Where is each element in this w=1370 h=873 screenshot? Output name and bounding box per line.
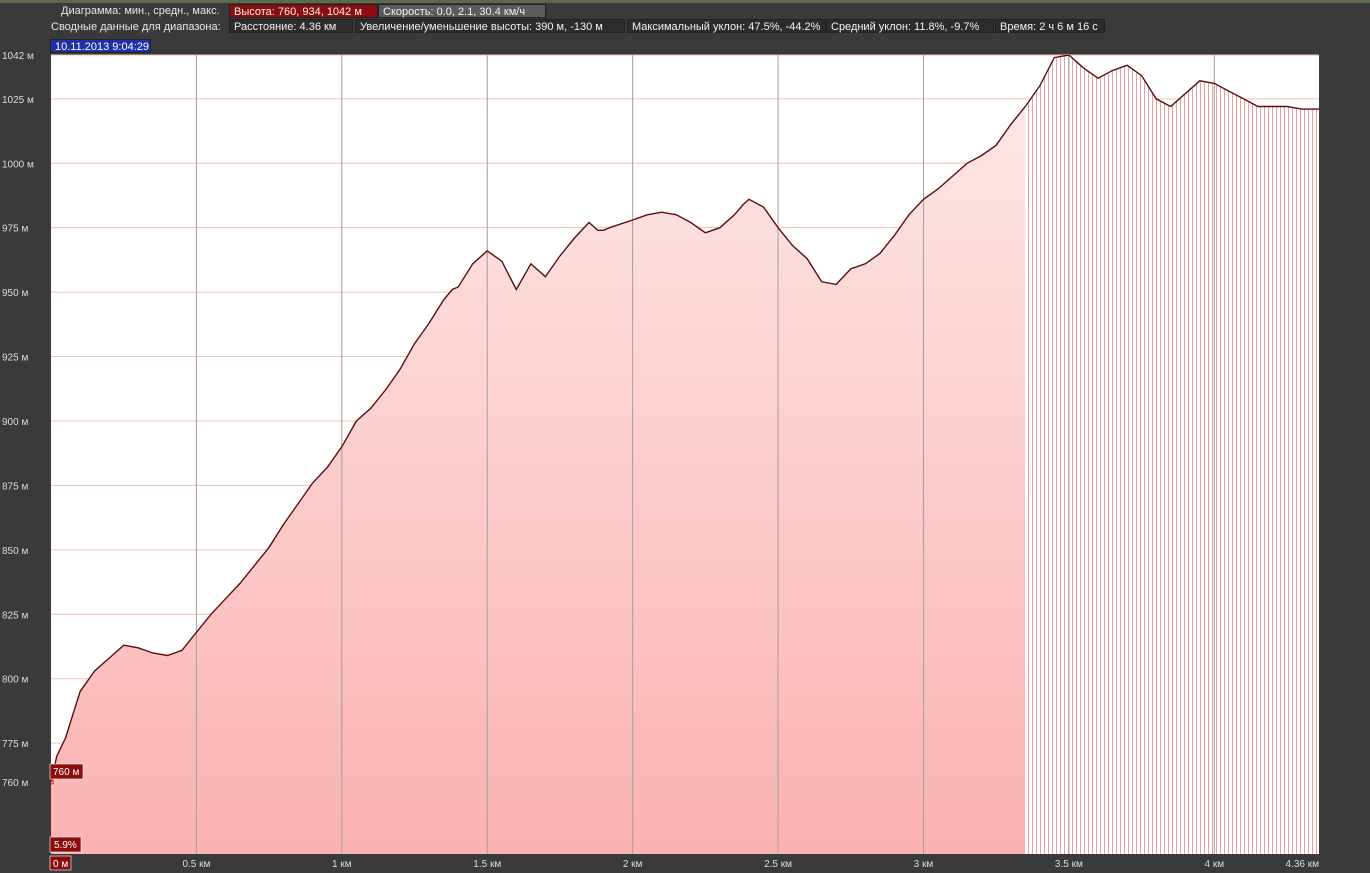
x-tick-label: 4 км	[1205, 859, 1225, 870]
start-distance-tag: 0 м	[49, 855, 72, 871]
y-tick-label: 925 м	[2, 353, 28, 364]
y-tick-label: 900 м	[2, 417, 28, 428]
y-tick-label: 950 м	[2, 288, 28, 299]
elevation-chart[interactable]: 1042 м 1025 м 1000 м 975 м 950 м 925 м 900 м 87…	[0, 0, 1370, 873]
y-tick-label: 1000 м	[2, 159, 34, 170]
x-tick-label: 4.36 км	[1286, 859, 1320, 870]
y-tick-label: 975 м	[2, 224, 28, 235]
start-altitude-label: 760 м	[53, 767, 79, 778]
y-tick-label: 775 м	[2, 739, 28, 750]
y-tick-label: 1025 м	[2, 95, 34, 106]
y-tick-label: 800 м	[2, 675, 28, 686]
y-tick-label: 875 м	[2, 481, 28, 492]
slope-badge-label: 5.9%	[54, 840, 77, 851]
slope-badge: 5.9%	[49, 836, 82, 853]
x-tick-label: 0.5 км	[182, 859, 210, 870]
x-tick-label: 3 км	[914, 859, 934, 870]
y-tick-label: 1042 м	[2, 51, 34, 62]
y-tick-label: 850 м	[2, 546, 28, 557]
start-altitude-tag: 760 м	[49, 763, 84, 780]
y-tick-label: 760 м	[2, 778, 28, 789]
x-tick-label: 2.5 км	[764, 859, 792, 870]
start-distance-label: 0 м	[53, 859, 68, 870]
x-tick-label: 2 км	[623, 859, 643, 870]
x-tick-label: 1.5 км	[473, 859, 501, 870]
x-tick-label: 1 км	[332, 859, 352, 870]
y-tick-label: 825 м	[2, 610, 28, 621]
x-tick-label: 3.5 км	[1055, 859, 1083, 870]
